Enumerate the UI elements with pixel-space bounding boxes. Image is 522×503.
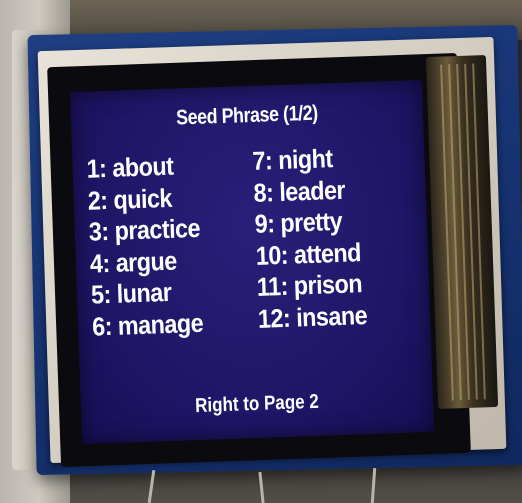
lcd-screen: Seed Phrase (1/2) 1: about 2: quick 3: p…: [69, 79, 435, 445]
seed-word-12: 12: insane: [257, 299, 368, 334]
photo-scene: Seed Phrase (1/2) 1: about 2: quick 3: p…: [0, 0, 522, 503]
seed-word-8: 8: leader: [253, 174, 346, 208]
screen-title: Seed Phrase (1/2): [175, 101, 319, 130]
seed-word-10: 10: attend: [255, 236, 362, 271]
seed-word-2: 2: quick: [87, 182, 173, 216]
seed-word-11: 11: prison: [256, 268, 363, 302]
seed-words-right-column: 7: night 8: leader 9: pretty 10: attend …: [252, 142, 380, 335]
seed-word-7: 7: night: [251, 143, 334, 176]
seed-word-3: 3: practice: [88, 212, 201, 247]
seed-word-1: 1: about: [86, 150, 174, 184]
seed-word-5: 5: lunar: [90, 276, 172, 310]
seed-words-left-column: 1: about 2: quick 3: practice 4: argue 5…: [86, 149, 216, 342]
seed-word-6: 6: manage: [91, 307, 204, 342]
seed-word-9: 9: pretty: [254, 205, 343, 239]
seed-word-4: 4: argue: [89, 245, 178, 279]
flex-connector: [425, 55, 499, 409]
navigation-hint: Right to Page 2: [194, 390, 320, 418]
